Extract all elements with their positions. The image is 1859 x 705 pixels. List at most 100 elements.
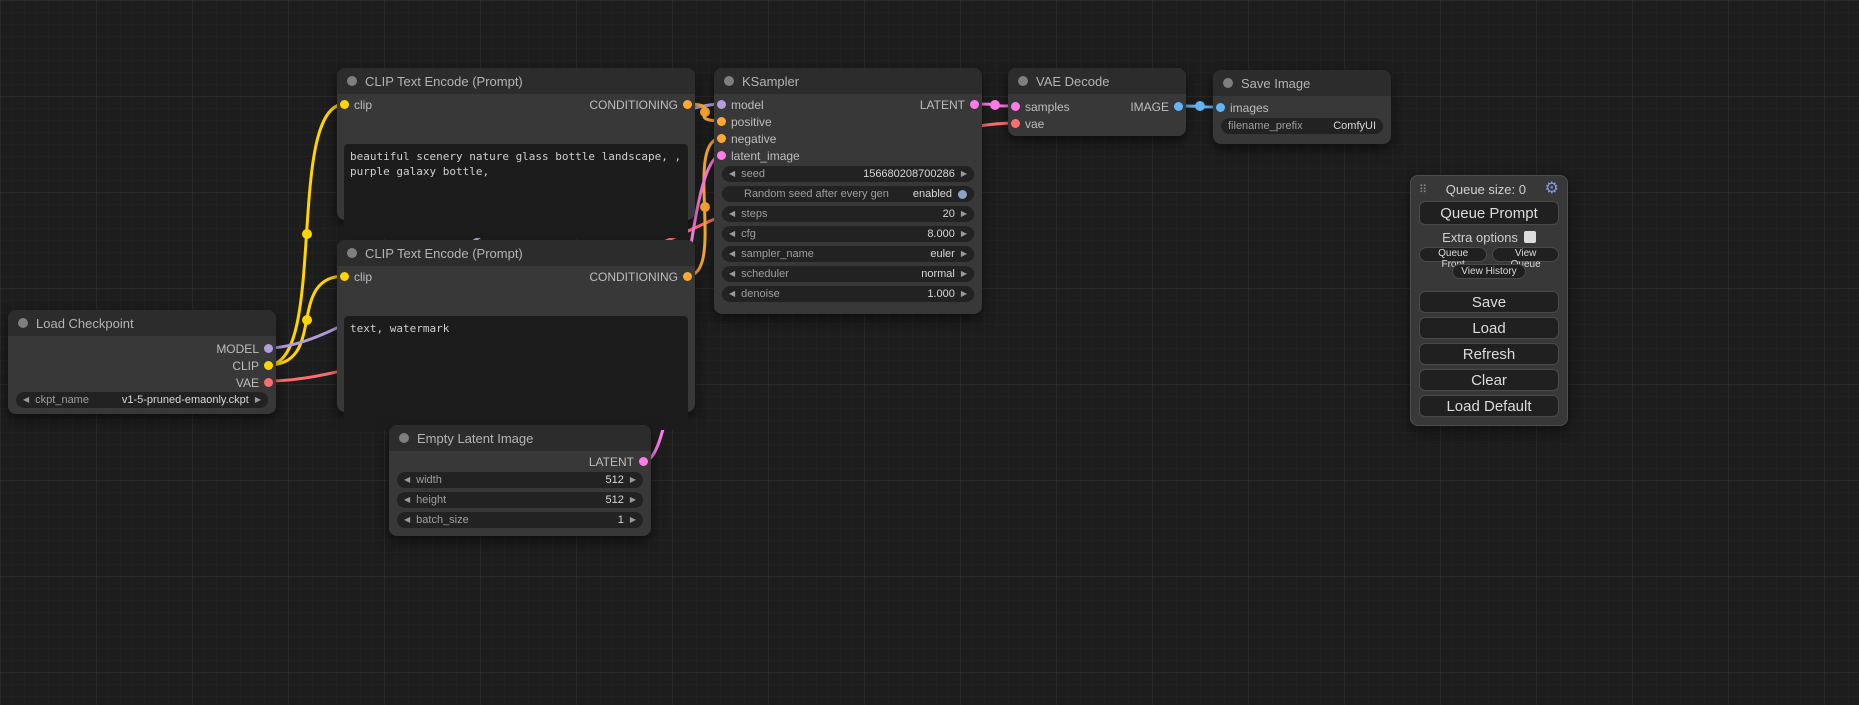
decrement-arrow-icon[interactable]: ◀	[404, 496, 410, 504]
queue-front-button[interactable]: Queue Front	[1419, 247, 1487, 262]
load-button[interactable]: Load	[1419, 317, 1559, 339]
slot-model-input[interactable]	[717, 100, 726, 109]
node-title-bar[interactable]: Save Image	[1213, 70, 1391, 96]
decrement-arrow-icon[interactable]: ◀	[729, 170, 735, 178]
slot-samples-input[interactable]	[1011, 102, 1020, 111]
collapse-dot-icon[interactable]	[1018, 76, 1028, 86]
output-label-latent: LATENT	[589, 455, 634, 469]
slot-image-output[interactable]	[1174, 102, 1183, 111]
node-load-checkpoint[interactable]: Load Checkpoint MODEL CLIP VAE ◀ ckpt_na…	[8, 310, 276, 414]
collapse-dot-icon[interactable]	[399, 433, 409, 443]
node-title-bar[interactable]: KSampler	[714, 68, 982, 94]
widget-value: 1	[618, 514, 624, 526]
increment-arrow-icon[interactable]: ▶	[630, 496, 636, 504]
link-midpoint-dot[interactable]	[302, 315, 312, 325]
steps-widget[interactable]: ◀ steps 20 ▶	[722, 206, 974, 222]
slot-negative-input[interactable]	[717, 134, 726, 143]
node-clip-text-encode-negative[interactable]: CLIP Text Encode (Prompt) clip CONDITION…	[337, 240, 695, 412]
slot-latent-image-input[interactable]	[717, 151, 726, 160]
decrement-arrow-icon[interactable]: ◀	[729, 290, 735, 298]
increment-arrow-icon[interactable]: ▶	[961, 250, 967, 258]
settings-gear-icon[interactable]: ⚙	[1545, 181, 1559, 197]
decrement-arrow-icon[interactable]: ◀	[729, 250, 735, 258]
clear-button[interactable]: Clear	[1419, 369, 1559, 391]
node-ksampler[interactable]: KSampler LATENT model positive negative	[714, 68, 982, 314]
node-title: Load Checkpoint	[36, 316, 134, 331]
random-seed-toggle-widget[interactable]: Random seed after every gen enabled	[722, 186, 974, 202]
slot-latent-output[interactable]	[639, 457, 648, 466]
increment-arrow-icon[interactable]: ▶	[630, 476, 636, 484]
collapse-dot-icon[interactable]	[18, 318, 28, 328]
increment-arrow-icon[interactable]: ▶	[961, 170, 967, 178]
refresh-button[interactable]: Refresh	[1419, 343, 1559, 365]
node-title-bar[interactable]: VAE Decode	[1008, 68, 1186, 94]
collapse-dot-icon[interactable]	[724, 76, 734, 86]
link-midpoint-dot[interactable]	[990, 100, 1000, 110]
node-title-bar[interactable]: Empty Latent Image	[389, 425, 651, 451]
increment-arrow-icon[interactable]: ▶	[961, 270, 967, 278]
height-widget[interactable]: ◀ height 512 ▶	[397, 492, 643, 508]
save-button[interactable]: Save	[1419, 291, 1559, 313]
view-history-button[interactable]: View History	[1452, 264, 1525, 279]
positive-prompt-textarea[interactable]: beautiful scenery nature glass bottle la…	[344, 144, 688, 238]
batch-size-widget[interactable]: ◀ batch_size 1 ▶	[397, 512, 643, 528]
decrement-arrow-icon[interactable]: ◀	[729, 230, 735, 238]
collapse-dot-icon[interactable]	[1223, 78, 1233, 88]
cfg-widget[interactable]: ◀ cfg 8.000 ▶	[722, 226, 974, 242]
slot-model-output[interactable]	[264, 344, 273, 353]
toggle-indicator-icon[interactable]	[958, 190, 967, 199]
increment-arrow-icon[interactable]: ▶	[961, 210, 967, 218]
decrement-arrow-icon[interactable]: ◀	[729, 270, 735, 278]
node-save-image[interactable]: Save Image images filename_prefix ComfyU…	[1213, 70, 1391, 144]
collapse-dot-icon[interactable]	[347, 76, 357, 86]
width-widget[interactable]: ◀ width 512 ▶	[397, 472, 643, 488]
collapse-dot-icon[interactable]	[347, 248, 357, 258]
view-queue-button[interactable]: View Queue	[1492, 247, 1559, 262]
load-default-button[interactable]: Load Default	[1419, 395, 1559, 417]
slot-clip-output[interactable]	[264, 361, 273, 370]
node-empty-latent-image[interactable]: Empty Latent Image LATENT ◀ width 512 ▶ …	[389, 425, 651, 536]
slot-vae-output[interactable]	[264, 378, 273, 387]
link-midpoint-dot[interactable]	[1195, 101, 1205, 111]
node-title-bar[interactable]: CLIP Text Encode (Prompt)	[337, 68, 695, 94]
link-midpoint-dot[interactable]	[700, 202, 710, 212]
slot-latent-output[interactable]	[970, 100, 979, 109]
input-label-samples: samples	[1025, 100, 1070, 114]
increment-arrow-icon[interactable]: ▶	[255, 396, 261, 404]
slot-images-input[interactable]	[1216, 103, 1225, 112]
seed-widget[interactable]: ◀ seed 156680208700286 ▶	[722, 166, 974, 182]
image-output-row: IMAGE	[1127, 98, 1186, 115]
node-vae-decode[interactable]: VAE Decode IMAGE samples vae	[1008, 68, 1186, 136]
slot-conditioning-output[interactable]	[683, 272, 692, 281]
queue-menu-panel[interactable]: ⠿ Queue size: 0 ⚙ Queue Prompt Extra opt…	[1410, 175, 1568, 426]
decrement-arrow-icon[interactable]: ◀	[729, 210, 735, 218]
widget-label: sampler_name	[741, 248, 814, 260]
slot-vae-input[interactable]	[1011, 119, 1020, 128]
queue-prompt-button[interactable]: Queue Prompt	[1419, 201, 1559, 225]
comfyui-canvas[interactable]: { "colors": { "model": "#B39DDB", "clip"…	[0, 0, 1859, 705]
output-label-conditioning: CONDITIONING	[589, 98, 678, 112]
link-midpoint-dot[interactable]	[700, 107, 710, 117]
link-midpoint-dot[interactable]	[302, 229, 312, 239]
slot-clip-input[interactable]	[340, 272, 349, 281]
slot-positive-input[interactable]	[717, 117, 726, 126]
denoise-widget[interactable]: ◀ denoise 1.000 ▶	[722, 286, 974, 302]
increment-arrow-icon[interactable]: ▶	[630, 516, 636, 524]
node-title-bar[interactable]: CLIP Text Encode (Prompt)	[337, 240, 695, 266]
slot-clip-input[interactable]	[340, 100, 349, 109]
decrement-arrow-icon[interactable]: ◀	[404, 476, 410, 484]
negative-prompt-textarea[interactable]: text, watermark	[344, 316, 688, 430]
filename-prefix-widget[interactable]: filename_prefix ComfyUI	[1221, 118, 1383, 134]
extra-options-checkbox[interactable]	[1524, 231, 1536, 243]
node-title-bar[interactable]: Load Checkpoint	[8, 310, 276, 336]
decrement-arrow-icon[interactable]: ◀	[23, 396, 29, 404]
decrement-arrow-icon[interactable]: ◀	[404, 516, 410, 524]
drag-handle-icon[interactable]: ⠿	[1419, 183, 1427, 196]
slot-conditioning-output[interactable]	[683, 100, 692, 109]
scheduler-widget[interactable]: ◀ scheduler normal ▶	[722, 266, 974, 282]
node-clip-text-encode-positive[interactable]: CLIP Text Encode (Prompt) clip CONDITION…	[337, 68, 695, 220]
increment-arrow-icon[interactable]: ▶	[961, 230, 967, 238]
increment-arrow-icon[interactable]: ▶	[961, 290, 967, 298]
ckpt-name-widget[interactable]: ◀ ckpt_name v1-5-pruned-emaonly.ckpt ▶	[16, 392, 268, 408]
sampler-name-widget[interactable]: ◀ sampler_name euler ▶	[722, 246, 974, 262]
